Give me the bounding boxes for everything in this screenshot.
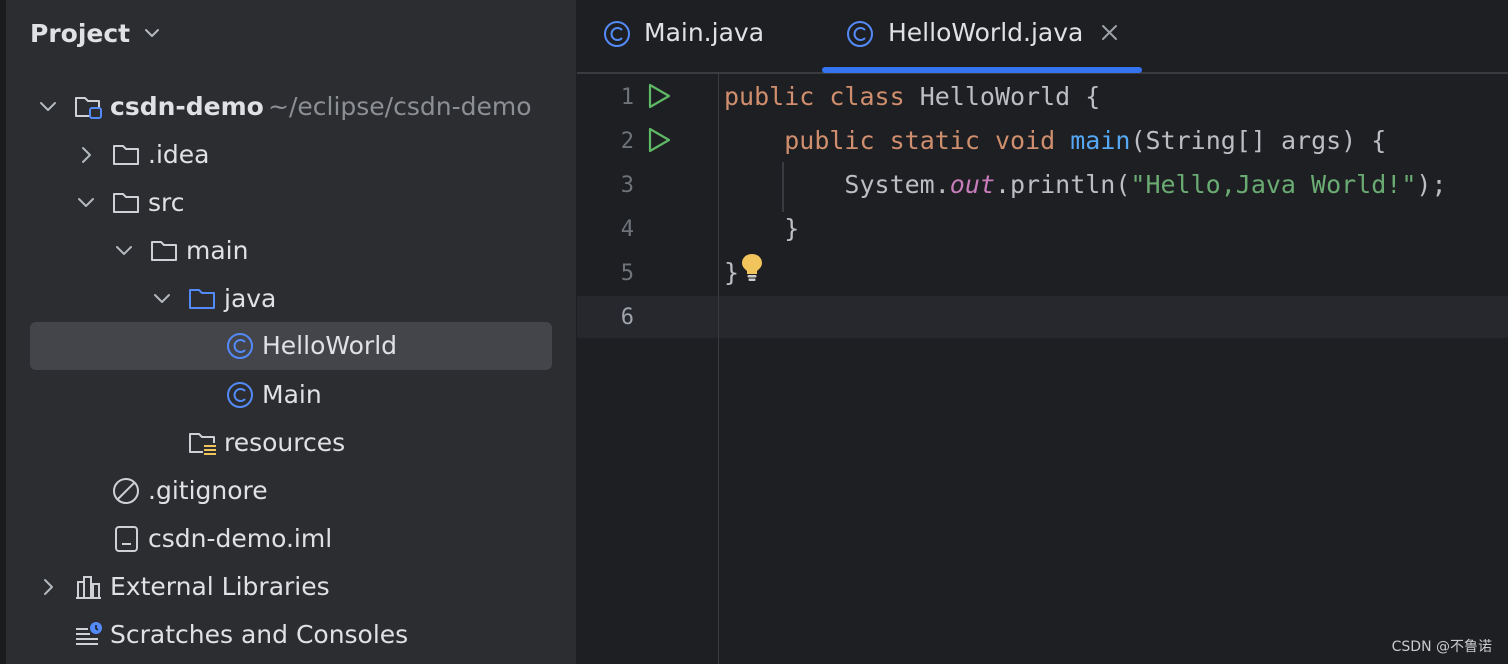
tree-node-label: src xyxy=(148,188,185,217)
panel-title: Project xyxy=(30,18,131,48)
tree-node-label: .idea xyxy=(148,140,210,169)
tree-node-resources[interactable]: resources xyxy=(30,419,552,467)
editor-area: Main.java HelloWorld.java 1 2 3 4 5 6 pu… xyxy=(577,0,1508,664)
tree-node-path-hint: ~/eclipse/csdn-demo xyxy=(268,92,532,121)
tree-node-label: Scratches and Consoles xyxy=(110,620,409,649)
tree-node-main[interactable]: main xyxy=(30,227,552,275)
tree-node-label: main xyxy=(186,236,249,265)
libraries-icon xyxy=(74,573,104,601)
chevron-right-icon[interactable] xyxy=(76,145,96,165)
resources-folder-icon xyxy=(188,429,218,457)
chevron-down-icon xyxy=(142,23,162,43)
tree-node-java[interactable]: java xyxy=(30,275,552,323)
class-icon xyxy=(226,332,256,360)
line-number: 5 xyxy=(620,261,634,286)
tab-label: HelloWorld.java xyxy=(888,18,1084,47)
project-view-selector[interactable]: Project xyxy=(30,16,162,50)
tree-node-label: csdn-demo.iml xyxy=(148,524,333,553)
tree-node-helloworld[interactable]: HelloWorld xyxy=(30,322,552,370)
editor-tab-bar: Main.java HelloWorld.java xyxy=(577,0,1508,74)
project-tool-window: Project csdn-demo ~/eclipse/csdn-demo .i… xyxy=(6,0,577,664)
tree-node-label: .gitignore xyxy=(148,476,268,505)
line-number: 1 xyxy=(620,85,634,110)
line-number: 4 xyxy=(620,217,634,242)
code-line-4[interactable]: } xyxy=(724,207,799,251)
line-number: 3 xyxy=(620,173,634,198)
tree-node-label: java xyxy=(224,284,277,313)
run-icon[interactable] xyxy=(645,126,673,154)
chevron-down-icon[interactable] xyxy=(38,97,58,117)
tree-node-gitignore[interactable]: .gitignore xyxy=(30,467,552,515)
code-line-2[interactable]: public static void main(String[] args) { xyxy=(724,119,1386,163)
class-icon xyxy=(226,381,256,409)
iml-file-icon xyxy=(112,525,142,553)
tree-node-label: csdn-demo xyxy=(110,92,264,121)
module-folder-icon xyxy=(74,93,104,121)
tree-node-src[interactable]: src xyxy=(30,179,552,227)
tree-node-csdn-demo[interactable]: csdn-demo ~/eclipse/csdn-demo xyxy=(30,83,552,131)
code-line-1[interactable]: public class HelloWorld { xyxy=(724,75,1100,119)
editor-gutter: 1 2 3 4 5 6 xyxy=(577,74,719,664)
tree-node-label: HelloWorld xyxy=(262,331,398,360)
chevron-down-icon[interactable] xyxy=(76,193,96,213)
code-line-6[interactable] xyxy=(724,295,1504,339)
watermark: CSDN @不鲁诺 xyxy=(1391,639,1492,655)
source-folder-icon xyxy=(188,285,218,313)
line-number: 6 xyxy=(620,305,634,330)
tree-node-label: resources xyxy=(224,428,346,457)
class-icon xyxy=(603,20,633,50)
chevron-down-icon[interactable] xyxy=(114,241,134,261)
intention-bulb-icon[interactable] xyxy=(740,252,764,282)
scratches-icon xyxy=(74,621,104,649)
tab-main-java[interactable]: Main.java xyxy=(577,0,817,72)
tab-label: Main.java xyxy=(644,18,765,47)
tab-helloworld-java[interactable]: HelloWorld.java xyxy=(822,0,1142,72)
line-number: 2 xyxy=(620,129,634,154)
tree-node-external-libraries[interactable]: External Libraries xyxy=(30,563,552,611)
folder-icon xyxy=(112,189,142,217)
folder-icon xyxy=(150,237,180,265)
class-icon xyxy=(846,20,876,50)
tree-node-iml[interactable]: csdn-demo.iml xyxy=(30,515,552,563)
run-icon[interactable] xyxy=(645,82,673,110)
tree-node-main-class[interactable]: Main xyxy=(30,371,552,419)
tree-node-idea[interactable]: .idea xyxy=(30,131,552,179)
close-icon[interactable] xyxy=(1099,22,1121,44)
tree-node-label: Main xyxy=(262,380,322,409)
ignored-file-icon xyxy=(112,477,142,505)
active-tab-indicator xyxy=(822,67,1142,73)
code-line-5[interactable]: } xyxy=(724,251,739,295)
code-line-3[interactable]: System.out.println("Hello,Java World!"); xyxy=(724,163,1446,207)
chevron-right-icon[interactable] xyxy=(38,577,58,597)
folder-icon xyxy=(112,141,142,169)
chevron-down-icon[interactable] xyxy=(152,289,172,309)
tree-node-label: External Libraries xyxy=(110,572,330,601)
tree-node-scratches[interactable]: Scratches and Consoles xyxy=(30,611,552,659)
